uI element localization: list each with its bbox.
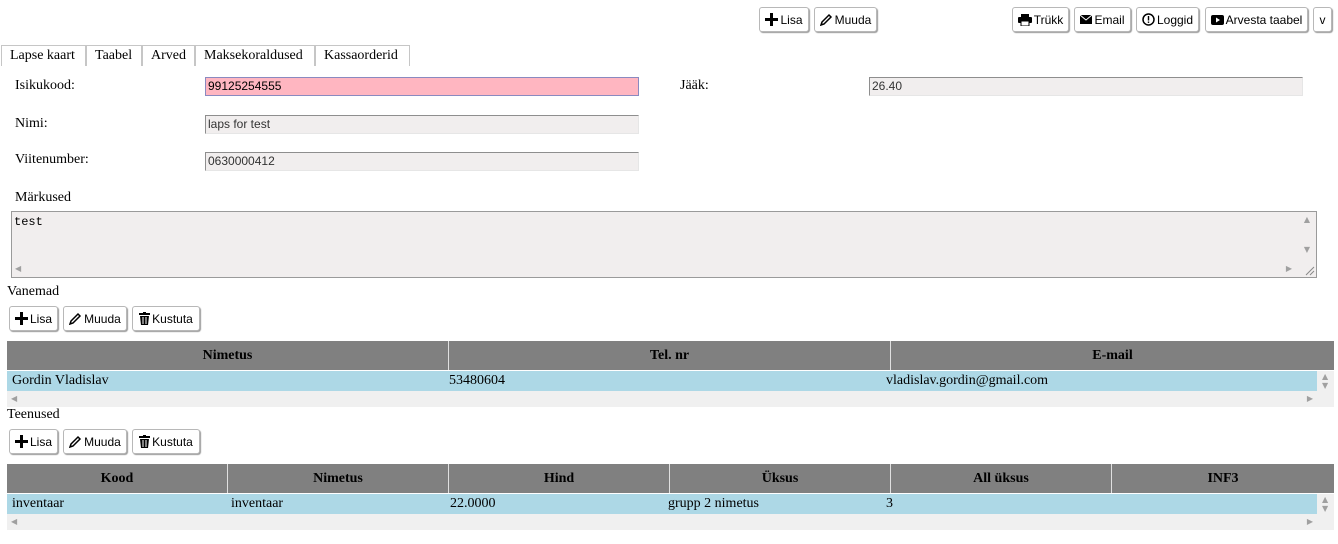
print-button[interactable]: Trükk [1012,7,1069,32]
logs-button[interactable]: Loggid [1136,7,1199,32]
column-header-uksus[interactable]: Üksus [670,464,891,493]
nimi-label: Nimi: [15,116,48,131]
cell-hind: 22.0000 [450,496,496,511]
tab-kassaorderid[interactable]: Kassaorderid [315,45,410,66]
jaak-field[interactable]: 26.40 [869,77,1303,96]
markused-text: test [14,215,43,229]
calculate-timesheet-button[interactable]: Arvesta taabel [1205,7,1308,32]
cell-nimetus: inventaar [231,496,284,511]
markused-label: Märkused [15,190,71,205]
play-icon [1210,14,1224,25]
vertical-scrollbar[interactable]: ▲ ▼ [1317,494,1334,530]
logs-button-label: Loggid [1156,12,1194,27]
edit-button[interactable]: Muuda [814,7,877,32]
cell-kood: inventaar [12,496,65,511]
markused-textarea[interactable]: test ▲ ▼ ◀ ▶ [11,211,1317,278]
teenused-delete-label: Kustuta [152,434,193,449]
column-header-tel-nr[interactable]: Tel. nr [449,341,891,370]
cell-all-uksus: 3 [886,496,893,511]
table-row[interactable]: inventaar inventaar 22.0000 grupp 2 nime… [7,494,1317,514]
calculate-timesheet-button-label: Arvesta taabel [1225,12,1303,27]
scroll-down-icon[interactable]: ▼ [1322,381,1328,390]
more-dropdown-button[interactable]: v [1313,7,1332,32]
nimi-field[interactable]: laps for test [205,115,639,134]
jaak-label: Jääk: [680,78,709,93]
teenused-delete-button[interactable]: Kustuta [132,429,200,454]
plus-icon [765,13,779,26]
isikukood-field[interactable]: 99125254555 [205,77,639,96]
add-button-label: Lisa [780,12,803,27]
cell-email: vladislav.gordin@gmail.com [886,373,1049,388]
horizontal-scrollbar[interactable]: ◀ ▶ [7,514,1317,530]
plus-icon [14,312,28,325]
column-header-nimetus[interactable]: Nimetus [7,341,449,370]
scroll-up-icon[interactable]: ▲ [1322,495,1328,504]
pencil-icon [69,435,82,448]
print-button-label: Trükk [1033,12,1064,27]
scroll-left-icon[interactable]: ◀ [15,264,21,273]
scroll-left-icon[interactable]: ◀ [11,394,17,403]
vanemad-delete-button[interactable]: Kustuta [132,306,200,331]
email-button[interactable]: Email [1074,7,1131,32]
teenused-add-button[interactable]: Lisa [9,429,58,454]
scroll-up-icon[interactable]: ▲ [1322,372,1328,381]
vanemad-edit-button[interactable]: Muuda [63,306,127,331]
tab-lapse-kaart[interactable]: Lapse kaart [1,45,86,66]
trash-icon [139,312,151,325]
cell-nimetus: Gordin Vladislav [12,373,109,388]
viitenumber-label: Viitenumber: [15,152,89,167]
email-button-label: Email [1094,12,1125,27]
scroll-right-icon[interactable]: ▶ [1307,394,1313,403]
trash-icon [139,435,151,448]
scroll-left-icon[interactable]: ◀ [11,517,17,526]
vanemad-add-label: Lisa [29,311,52,326]
cell-uksus: grupp 2 nimetus [668,496,759,511]
isikukood-label: Isikukood: [15,78,75,93]
column-header-all-uksus[interactable]: All üksus [891,464,1112,493]
pencil-icon [69,312,82,325]
column-header-kood[interactable]: Kood [7,464,228,493]
vanemad-edit-label: Muuda [84,311,121,326]
horizontal-scrollbar[interactable]: ◀ ▶ [7,391,1317,407]
vanemad-title: Vanemad [7,284,60,299]
printer-icon [1017,13,1032,26]
cell-tel-nr: 53480604 [449,373,505,388]
scroll-right-icon[interactable]: ▶ [1286,264,1292,273]
table-row[interactable]: Gordin Vladislav 53480604 vladislav.gord… [7,371,1317,391]
scroll-right-icon[interactable]: ▶ [1307,517,1313,526]
warning-circle-icon [1142,13,1155,26]
column-header-hind[interactable]: Hind [449,464,670,493]
viitenumber-field[interactable]: 0630000412 [205,152,639,171]
column-header-inf3[interactable]: INF3 [1112,464,1334,493]
scroll-down-icon[interactable]: ▼ [1322,504,1328,513]
column-header-email[interactable]: E-mail [891,341,1334,370]
more-dropdown-label: v [1319,12,1326,27]
plus-icon [14,435,28,448]
edit-button-label: Muuda [834,12,872,27]
vanemad-add-button[interactable]: Lisa [9,306,58,331]
teenused-edit-button[interactable]: Muuda [63,429,127,454]
scroll-down-icon[interactable]: ▼ [1304,245,1310,254]
vanemad-grid: Nimetus Tel. nr E-mail Gordin Vladislav … [7,341,1334,407]
teenused-grid: Kood Nimetus Hind Üksus All üksus INF3 i… [7,464,1334,530]
column-header-nimetus[interactable]: Nimetus [228,464,449,493]
envelope-icon [1080,15,1093,24]
tab-taabel[interactable]: Taabel [86,45,142,66]
teenused-edit-label: Muuda [84,434,121,449]
teenused-add-label: Lisa [29,434,52,449]
tab-maksekoraldused[interactable]: Maksekoraldused [195,45,315,66]
vanemad-delete-label: Kustuta [152,311,193,326]
resize-grip-icon[interactable] [1303,264,1315,276]
pencil-icon [819,13,832,26]
teenused-title: Teenused [7,407,60,422]
scroll-up-icon[interactable]: ▲ [1304,215,1310,224]
tab-arved[interactable]: Arved [142,45,195,66]
vertical-scrollbar[interactable]: ▲ ▼ [1317,371,1334,407]
add-button[interactable]: Lisa [759,7,809,32]
